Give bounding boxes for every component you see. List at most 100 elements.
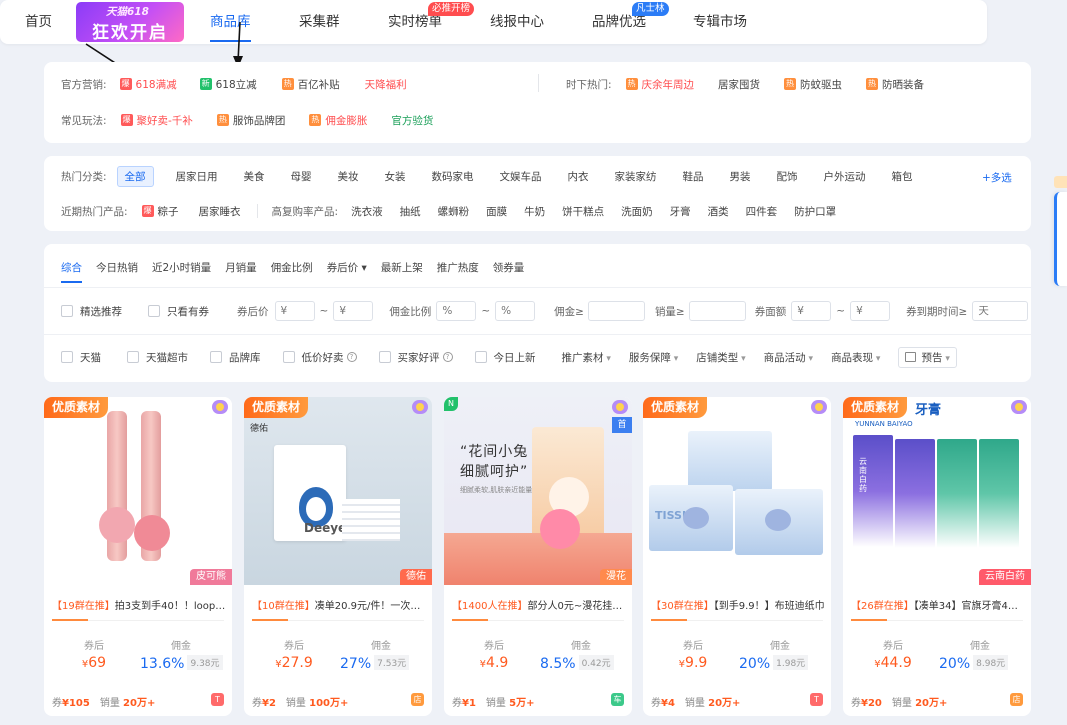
category-item[interactable]: 男装 [730,169,751,184]
product-image[interactable]: 德佑 Deeyeo 优质素材 德佑 [244,397,432,585]
tag-mosquito[interactable]: 热防蚊驱虫 [784,77,842,92]
tag-618-full[interactable]: 爆 618满减 [119,77,177,92]
sales-min-input[interactable] [688,301,746,321]
tag-subsidy[interactable]: 热百亿补贴 [281,77,340,92]
sort-tab[interactable]: 领券量 [493,260,525,275]
tmall-market-checkbox[interactable]: 天猫超市 [127,350,188,365]
product-image[interactable]: TISSUES 优质素材 [643,397,831,585]
activity-dropdown[interactable]: 商品活动 [764,350,813,365]
price-min-input[interactable] [274,301,315,321]
product-title[interactable]: 【1400人在推】部分人0元~漫花挂抽纸巾 [452,597,626,612]
sort-tab[interactable]: 月销量 [225,260,257,275]
product-card[interactable]: 德佑 Deeyeo 优质素材 德佑 【10群在推】凑单20.9元/件！一次性内裤… [244,397,432,716]
expire-days-input[interactable] [972,301,1029,321]
tube-text: 云南白药 [859,457,867,493]
category-item[interactable]: 家装家纺 [615,169,657,184]
coupon-only-checkbox[interactable]: 只看有券 [148,304,209,319]
promo-banner-618[interactable]: 天猫618 狂欢开启 [76,2,184,42]
help-icon[interactable]: ? [442,352,453,362]
service-dropdown[interactable]: 服务保障 [629,350,678,365]
ratio-max-input[interactable] [495,301,536,321]
category-item[interactable]: 配饰 [777,169,798,184]
category-item[interactable]: 母婴 [291,169,312,184]
tag-qingyunian[interactable]: 热庆余年周边 [625,77,694,92]
sort-tab[interactable]: 推广热度 [437,260,479,275]
nav-deal-center[interactable]: 线报中心 [490,0,544,44]
recent-item[interactable]: 爆粽子 [141,204,179,219]
product-card[interactable]: TISSUES 优质素材 【30群在推】【到手9.9！】布班迪纸巾 券后 佣金 … [643,397,831,716]
repurchase-item[interactable]: 牛奶 [524,204,545,219]
tag-sunscreen[interactable]: 热防晒装备 [866,77,924,92]
low-price-checkbox[interactable]: 低价好卖? [282,350,357,365]
product-card[interactable]: 牙膏 YUNNAN BAIYAO 云南白药 优质素材 云南白药 【26群在推】【… [843,397,1031,716]
sort-tab[interactable]: 最新上架 [381,260,423,275]
product-image[interactable]: 优质素材 皮可熊 [44,397,232,585]
coupon-max-input[interactable] [850,301,891,321]
help-icon[interactable]: ? [346,352,357,362]
float-coin-icon[interactable] [1054,176,1067,188]
repurchase-item[interactable]: 四件套 [746,204,778,219]
tag-jhm[interactable]: 爆聚好卖-千补 [120,113,193,128]
category-item[interactable]: 内衣 [568,169,589,184]
repurchase-item[interactable]: 面膜 [486,204,507,219]
repurchase-item[interactable]: 饼干糕点 [562,204,604,219]
category-item[interactable]: 居家日用 [176,169,218,184]
nav-album-market[interactable]: 专辑市场 [693,0,747,44]
brand-lib-checkbox[interactable]: 品牌库 [210,350,261,365]
repurchase-item[interactable]: 洗面奶 [621,204,653,219]
tmall-checkbox[interactable]: 天猫 [61,350,101,365]
tag-commission-boost[interactable]: 热佣金膨胀 [309,113,367,128]
float-side-panel[interactable] [1054,192,1067,286]
ratio-min-input[interactable] [436,301,477,321]
product-title[interactable]: 【30群在推】【到手9.9！】布班迪纸巾 [651,597,825,612]
product-image[interactable]: 牙膏 YUNNAN BAIYAO 云南白药 优质素材 云南白药 [843,397,1031,585]
category-item[interactable]: 数码家电 [432,169,474,184]
commission-min-input[interactable] [587,301,645,321]
repurchase-item[interactable]: 螺蛳粉 [438,204,470,219]
new-today-checkbox[interactable]: 今日上新 [474,350,536,365]
repurchase-item[interactable]: 抽纸 [400,204,421,219]
recent-item[interactable]: 居家睡衣 [199,204,241,219]
repurchase-item[interactable]: 牙膏 [670,204,691,219]
multi-select-button[interactable]: +多选 [982,170,1012,185]
selected-checkbox[interactable]: 精选推荐 [61,304,122,319]
promo-material-dropdown[interactable]: 推广素材 [562,350,611,365]
preview-dropdown[interactable]: 预告 [898,346,957,368]
repurchase-item[interactable]: 酒类 [708,204,729,219]
product-title[interactable]: 【19群在推】拍3支到手40！！loopy联名唇釉 [52,597,226,612]
category-item[interactable]: 鞋品 [683,169,704,184]
nav-product-library[interactable]: 商品库 [210,0,251,44]
sort-tab[interactable]: 今日热销 [96,260,138,275]
brand-en: YUNNAN BAIYAO [855,420,913,428]
sort-tab-default[interactable]: 综合 [61,260,82,283]
tag-618-instant[interactable]: 新 618立减 [199,77,257,92]
product-title[interactable]: 【26群在推】【凑单34】官旗牙膏4支装 [851,597,1025,612]
sort-tab[interactable]: 券后价 ▾ [327,260,367,275]
sort-tab[interactable]: 近2小时销量 [152,260,211,275]
nav-collection-group[interactable]: 采集群 [299,0,340,44]
product-title[interactable]: 【10群在推】凑单20.9元/件！一次性内裤 [252,597,426,612]
category-item[interactable]: 美食 [244,169,265,184]
nav-home[interactable]: 首页 [25,0,52,44]
coupon-min-input[interactable] [791,301,832,321]
category-item[interactable]: 箱包 [892,169,913,184]
shop-type-dropdown[interactable]: 店铺类型 [696,350,745,365]
tag-welfare[interactable]: 天降福利 [365,77,407,92]
category-all[interactable]: 全部 [116,165,154,187]
category-item[interactable]: 户外运动 [824,169,866,184]
price-max-input[interactable] [333,301,374,321]
repurchase-item[interactable]: 防护口罩 [794,204,836,219]
tag-home-stock[interactable]: 居家囤货 [718,77,760,92]
category-item[interactable]: 文娱车品 [500,169,542,184]
category-item[interactable]: 女装 [385,169,406,184]
performance-dropdown[interactable]: 商品表现 [831,350,880,365]
repurchase-item[interactable]: 洗衣液 [351,204,383,219]
tag-apparel-brand[interactable]: 热服饰品牌团 [216,113,285,128]
good-review-checkbox[interactable]: 买家好评? [378,350,453,365]
product-card[interactable]: N “花间小兔 细腻呵护” 细腻柔软,肌肤亲近能量 首 漫花 【1400人在推】… [444,397,632,716]
product-image[interactable]: N “花间小兔 细腻呵护” 细腻柔软,肌肤亲近能量 首 漫花 [444,397,632,585]
category-item[interactable]: 美妆 [338,169,359,184]
tag-official-check[interactable]: 官方验货 [391,113,433,128]
product-card[interactable]: 优质素材 皮可熊 【19群在推】拍3支到手40！！loopy联名唇釉 券后 佣金… [44,397,232,716]
sort-tab[interactable]: 佣金比例 [271,260,313,275]
